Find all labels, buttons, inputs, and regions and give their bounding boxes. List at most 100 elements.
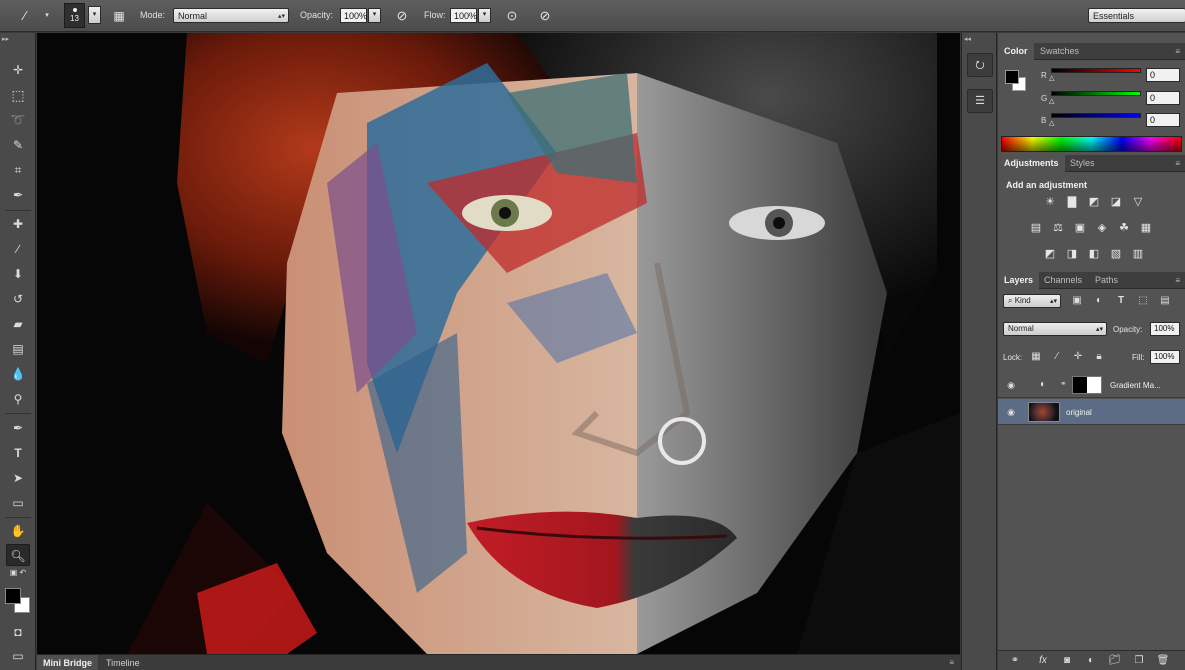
brightness-contrast-icon[interactable]: ☀ [1042,195,1058,209]
document-canvas[interactable] [37,33,960,654]
link-layers-icon[interactable]: ⚭ [1008,654,1022,668]
airbrush-icon[interactable]: ⊙ [502,6,522,26]
eyedropper-icon[interactable]: ✒ [6,184,30,206]
path-select-icon[interactable]: ➤ [6,467,30,489]
tab-paths[interactable]: Paths [1089,272,1124,289]
marquee-icon[interactable]: ⬚ [6,84,30,106]
color-spectrum-bar[interactable] [1001,136,1182,152]
color-foreground-swatch[interactable] [1005,70,1019,84]
stamp-icon[interactable]: ⬇ [6,263,30,285]
green-slider[interactable] [1051,91,1141,96]
filter-adjustment-icon[interactable]: ◐ [1092,294,1106,308]
panel-menu-icon[interactable]: ≡ [949,658,954,667]
tab-mini-bridge[interactable]: Mini Bridge [37,655,98,670]
hand-icon[interactable]: ✋ [6,520,30,542]
blend-mode-dropdown[interactable]: Normal ▴▾ [1003,322,1107,336]
red-slider-thumb-icon[interactable]: △ [1049,74,1054,82]
selective-color-icon[interactable]: ▥ [1130,247,1146,261]
filter-pixel-icon[interactable]: ▣ [1070,294,1084,308]
eye-icon[interactable]: ◉ [1004,378,1018,392]
dodge-icon[interactable]: ⚲ [6,388,30,410]
lock-transparent-icon[interactable]: ▦ [1029,350,1043,364]
threshold-icon[interactable]: ◧ [1086,247,1102,261]
panel-menu-icon[interactable]: ≡ [1175,159,1180,168]
gradient-icon[interactable]: ▤ [6,338,30,360]
blue-value-input[interactable]: 0 [1146,113,1180,127]
lock-position-icon[interactable]: ✛ [1071,350,1085,364]
opacity-input[interactable]: 100% [340,8,367,23]
lock-image-icon[interactable]: ∕ [1050,350,1064,364]
quick-mask-icon[interactable]: ◘ [6,621,30,643]
tab-layers[interactable]: Layers [998,272,1040,289]
filter-smart-object-icon[interactable]: ▤ [1158,294,1172,308]
screen-mode-icon[interactable]: ▭ [6,645,30,667]
trash-icon[interactable]: 🗑︎ [1156,654,1170,668]
brush-picker-arrow-icon[interactable]: ▾ [88,6,101,24]
chain-link-icon[interactable]: ⚭ [1060,379,1067,388]
zoom-icon[interactable]: 🔍︎ [6,544,30,566]
shape-icon[interactable]: ▭ [6,492,30,514]
expand-panel-icon[interactable]: ◂◂ [964,35,971,43]
filter-type-icon[interactable]: T [1114,294,1128,308]
black-white-icon[interactable]: ▣ [1072,221,1088,235]
gradient-map-icon[interactable]: ▧ [1108,247,1124,261]
exposure-icon[interactable]: ◪ [1108,195,1124,209]
pen-icon[interactable]: ✒ [6,417,30,439]
red-value-input[interactable]: 0 [1146,68,1180,82]
tab-color[interactable]: Color [998,43,1034,60]
red-slider[interactable] [1051,68,1141,73]
flow-slider-arrow-icon[interactable]: ▾ [478,8,491,23]
brush-tool-preset-icon[interactable]: ∕ [16,6,34,26]
hue-saturation-icon[interactable]: ▤ [1028,221,1044,235]
swap-colors-icon[interactable]: ▣ ↶ [6,567,30,579]
flow-input[interactable]: 100% [450,8,477,23]
new-layer-icon[interactable]: ❐ [1132,654,1146,668]
brush-panel-toggle-icon[interactable]: ▦ [110,6,128,26]
add-mask-icon[interactable]: ◙ [1060,654,1074,668]
lasso-icon[interactable]: ➰ [6,109,30,131]
pressure-size-icon[interactable]: ⊘ [536,6,554,26]
eye-icon[interactable]: ◉ [1004,405,1018,419]
vibrance-icon[interactable]: ▽ [1130,195,1146,209]
tab-timeline[interactable]: Timeline [100,655,146,670]
crop-icon[interactable]: ⌗ [6,159,30,181]
posterize-icon[interactable]: ◨ [1064,247,1080,261]
panel-menu-icon[interactable]: ≡ [1175,47,1180,56]
workspace-switcher[interactable]: Essentials [1088,8,1185,23]
fill-input[interactable]: 100% [1150,350,1180,364]
history-brush-icon[interactable]: ↺ [6,288,30,310]
levels-icon[interactable]: ▇ [1064,195,1080,209]
tab-adjustments[interactable]: Adjustments [998,155,1065,172]
brush-size-preview[interactable]: 13 [64,3,85,28]
eraser-icon[interactable]: ▰ [6,313,30,335]
color-balance-icon[interactable]: ⚖ [1050,221,1066,235]
collapse-panel-icon[interactable]: ▸▸ [2,35,9,43]
filter-shape-icon[interactable]: ⬚ [1136,294,1150,308]
tab-swatches[interactable]: Swatches [1034,43,1085,60]
invert-icon[interactable]: ◩ [1042,247,1058,261]
tab-styles[interactable]: Styles [1064,155,1101,172]
opacity-slider-arrow-icon[interactable]: ▾ [368,8,381,23]
layer-row-gradient-map[interactable]: ◉ ◐ ⚭ Gradient Ma... [998,372,1185,398]
properties-panel-icon[interactable]: ☰ [967,89,993,113]
layer-opacity-input[interactable]: 100% [1150,322,1180,336]
blue-slider[interactable] [1051,113,1141,118]
brush-icon[interactable]: ∕ [6,238,30,260]
layer-filter-dropdown[interactable]: ⌕ Kind ▴▾ [1003,294,1061,308]
new-group-icon[interactable]: 📁︎ [1108,654,1122,668]
layer-row-original[interactable]: ◉ original [998,399,1185,425]
history-panel-icon[interactable]: ⭮ [967,53,993,77]
channel-mixer-icon[interactable]: ☘ [1116,221,1132,235]
mode-dropdown[interactable]: Normal ▴▾ [173,8,289,23]
preset-dropdown-arrow-icon[interactable]: ▾ [42,6,52,26]
type-icon[interactable]: T [6,442,30,464]
panel-menu-icon[interactable]: ≡ [1175,276,1180,285]
blue-slider-thumb-icon[interactable]: △ [1049,119,1054,127]
foreground-color-swatch[interactable] [5,588,21,604]
layer-mask-thumbnail[interactable] [1072,376,1102,394]
blur-icon[interactable]: 💧 [6,363,30,385]
color-lookup-icon[interactable]: ▦ [1138,221,1154,235]
move-icon[interactable]: ✛ [6,59,30,81]
new-adjustment-icon[interactable]: ◐ [1084,654,1098,668]
curves-icon[interactable]: ◩ [1086,195,1102,209]
